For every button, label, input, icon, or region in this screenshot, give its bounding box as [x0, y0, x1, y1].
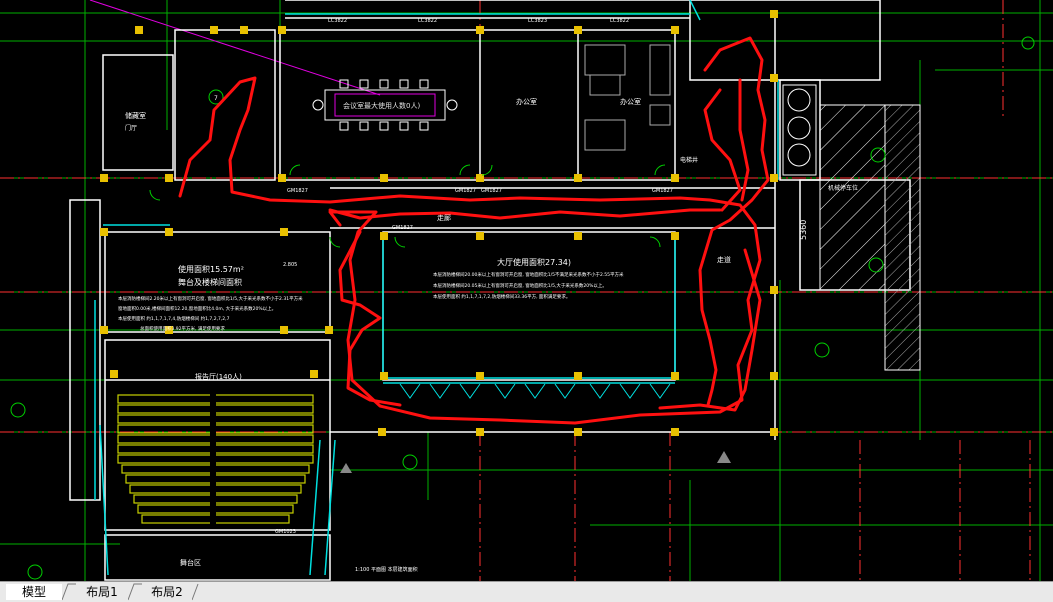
auditorium-label: 报告厅(140人)	[195, 372, 242, 381]
left-note-4: 总面积使用面积3.92平方米, 满足使用要求	[140, 325, 225, 332]
door-tag-2: GM1827	[455, 188, 476, 194]
window-tag-3: LC3823	[528, 18, 547, 24]
dimension-5360: 5360	[799, 220, 808, 240]
tab-separator-icon	[192, 583, 199, 601]
left-area-label: 使用面积15.57m²	[178, 264, 244, 274]
meeting-room-label: 会议室最大使用人数0人)	[343, 101, 420, 110]
layout-tab-bar: 模型 布局1 布局2	[0, 581, 1053, 602]
lobby-label: 门厅	[125, 124, 137, 132]
axis-label-7: 7	[214, 95, 218, 102]
cad-drawing-canvas[interactable]: 会议室最大使用人数0人) 办公室 办公室 储藏室 大厅使用面积27.34) 本层…	[0, 0, 1053, 581]
hall-note-1: 本层消防楼梯间20.00米以上有窗洞可开启窗, 窗地面积比1/5不满足采光系数不…	[433, 271, 624, 278]
door-tag-3: GM1827	[481, 188, 502, 194]
office-label-1: 办公室	[516, 97, 537, 106]
tab-layout1[interactable]: 布局1	[76, 584, 128, 600]
office-label-2: 办公室	[620, 97, 641, 106]
elevator-label: 电梯井	[680, 156, 698, 164]
door-tag-1: GM1827	[287, 188, 308, 194]
window-tag-1: LC3822	[328, 18, 347, 24]
stage-label: 舞台区	[180, 558, 201, 567]
hall-note-3: 本层使用面积 约1,1,7,1,7,2,防烟楼梯间33.36平方, 面积满足要求…	[433, 293, 570, 300]
window-tag-4: LC3822	[610, 18, 629, 24]
hall-area-label: 大厅使用面积27.34)	[497, 257, 571, 267]
door-tag-6: GM1023	[275, 529, 296, 535]
level-2805: 2.805	[283, 262, 297, 268]
left-note-3: 本层使用面积 约1,1,7,1,7,4,防烟楼梯间 约1,7,2,7,2,7	[118, 315, 230, 322]
right-label: 机械停车位	[828, 184, 858, 192]
hall-note-2: 本层消防楼梯间20.05米以上有窗洞可开启窗, 窗地面积比1/5,大于采光系数2…	[433, 282, 607, 289]
window-tag-2: LC3822	[418, 18, 437, 24]
bottom-note: 1:100 平面图 本层建筑面积	[355, 566, 418, 573]
storage-label: 储藏室	[125, 111, 146, 120]
tab-layout2[interactable]: 布局2	[142, 584, 192, 600]
left-note-1: 本层消防楼梯间2.20米以上有窗洞可开启窗, 窗地面积比1/5,大于采光系数不小…	[118, 295, 303, 302]
tab-separator-icon	[128, 583, 142, 601]
tab-model[interactable]: 模型	[6, 584, 62, 600]
left-area-sub: 舞台及楼梯间面积	[178, 277, 242, 287]
door-tag-4: GM1827	[652, 188, 673, 194]
corridor2-label: 走道	[717, 255, 731, 264]
tab-separator-icon	[62, 583, 76, 601]
door-tag-5: GM1827	[392, 225, 413, 231]
left-note-2: 窗地面积0.00米,楼梯间面积12.20,窗地面积比4.0m, 大于采光系数20…	[118, 305, 276, 312]
